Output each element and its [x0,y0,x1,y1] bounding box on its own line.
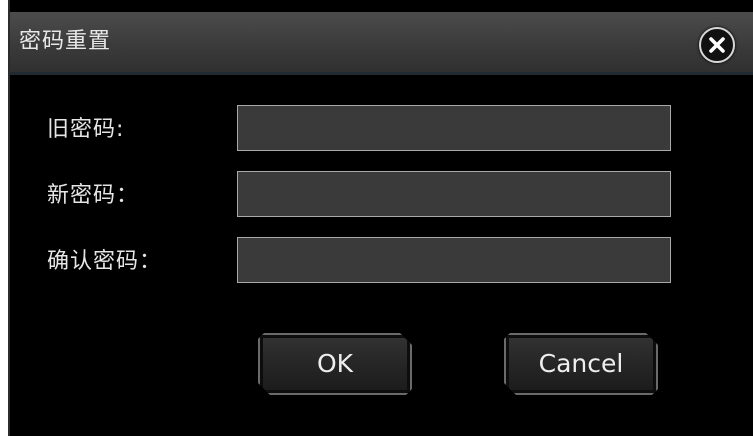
new-password-label: 新密码： [47,183,140,208]
close-button[interactable] [699,27,735,63]
title-divider [10,72,753,75]
dialog-titlebar: 密码重置 [10,12,753,72]
old-password-field[interactable] [237,105,671,151]
old-password-label: 旧密码: [47,117,125,142]
confirm-password-field[interactable] [237,237,671,283]
cancel-button[interactable]: Cancel [504,333,658,395]
new-password-field[interactable] [237,171,671,217]
ok-button[interactable]: OK [258,333,412,395]
close-icon [709,37,725,53]
confirm-password-label: 确认密码： [47,249,163,274]
password-reset-dialog: 密码重置 旧密码: 新密码： 确认密码： OK Cancel [8,0,753,436]
dialog-title: 密码重置 [19,29,112,54]
